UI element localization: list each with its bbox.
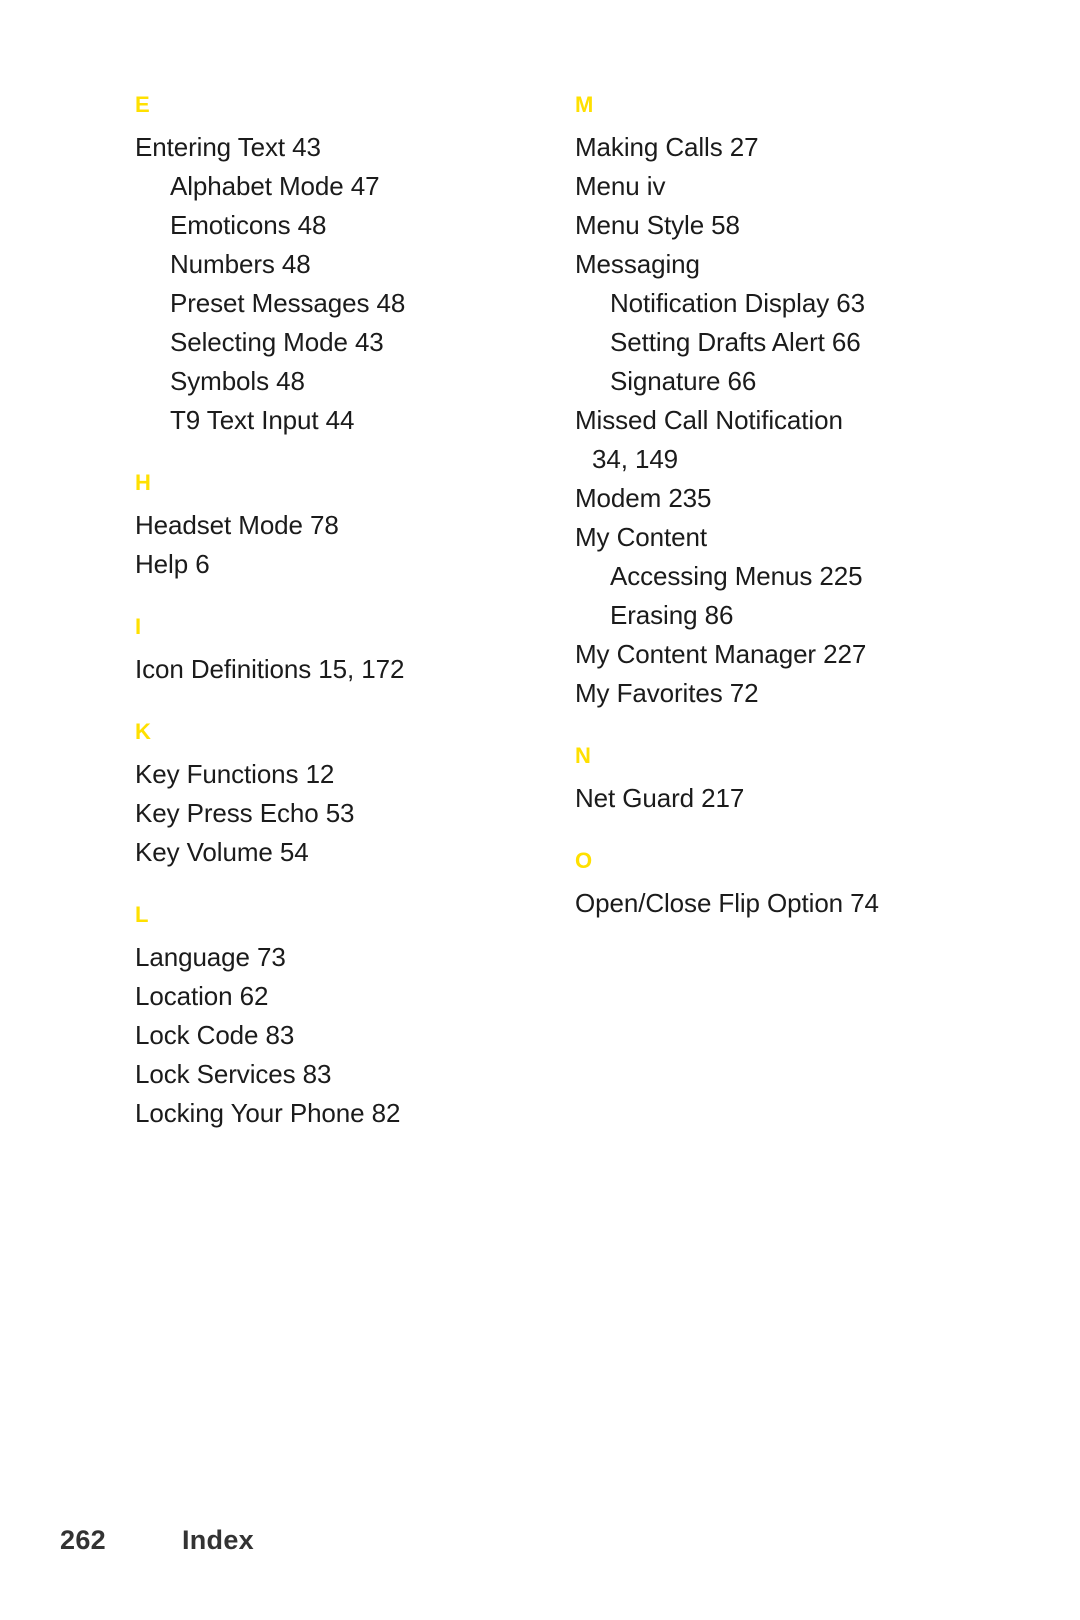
- footer-label: Index: [181, 1524, 254, 1555]
- index-section-e: E Entering Text 43 Alphabet Mode 47 Emotico…: [135, 92, 535, 440]
- right-column: M Making Calls 27 Menu iv Menu Style 58 Mess…: [575, 92, 995, 923]
- index-entry[interactable]: Alphabet Mode 47: [135, 167, 535, 206]
- index-entry[interactable]: Signature 66: [575, 362, 995, 401]
- index-entry[interactable]: Emoticons 48: [135, 206, 535, 245]
- index-entry[interactable]: Setting Drafts Alert 66: [575, 323, 995, 362]
- index-entry[interactable]: Selecting Mode 43: [135, 323, 535, 362]
- index-entry[interactable]: Net Guard 217: [575, 779, 995, 818]
- index-entry[interactable]: Key Functions 12: [135, 755, 535, 794]
- page-footer: 262 Index: [60, 1520, 1020, 1560]
- index-page: E Entering Text 43 Alphabet Mode 47 Emotico…: [0, 0, 1080, 1620]
- index-section-l: L Language 73 Location 62 Lock Code 83 Lock …: [135, 902, 535, 1133]
- index-entry[interactable]: Preset Messages 48: [135, 284, 535, 323]
- index-entry[interactable]: Symbols 48: [135, 362, 535, 401]
- index-entry[interactable]: Accessing Menus 225: [575, 557, 995, 596]
- index-entry-list: Open/Close Flip Option 74: [575, 884, 995, 923]
- index-entry-list: Entering Text 43 Alphabet Mode 47 Emoticon…: [135, 128, 535, 440]
- index-entry[interactable]: Key Volume 54: [135, 833, 535, 872]
- index-entry[interactable]: Modem 235: [575, 479, 995, 518]
- index-section-k: K Key Functions 12 Key Press Echo 53 Key Vo…: [135, 719, 535, 872]
- index-entry[interactable]: Menu Style 58: [575, 206, 995, 245]
- index-section-n: N Net Guard 217: [575, 743, 995, 818]
- index-entry[interactable]: Language 73: [135, 938, 535, 977]
- section-letter-i: I: [135, 614, 142, 639]
- index-entry[interactable]: My Favorites 72: [575, 674, 995, 713]
- section-letter-o: O: [575, 848, 593, 873]
- index-entry-list: Making Calls 27 Menu iv Menu Style 58 Messa…: [575, 128, 995, 713]
- index-entry-list: Key Functions 12 Key Press Echo 53 Key Vol…: [135, 755, 535, 872]
- index-entry[interactable]: Lock Code 83: [135, 1016, 535, 1055]
- index-entry[interactable]: 34, 149: [575, 440, 995, 479]
- index-section-h: H Headset Mode 78 Help 6: [135, 470, 535, 584]
- index-entry[interactable]: Icon Definitions 15, 172: [135, 650, 535, 689]
- index-entry[interactable]: Erasing 86: [575, 596, 995, 635]
- index-entry[interactable]: Locking Your Phone 82: [135, 1094, 535, 1133]
- index-entry[interactable]: Menu iv: [575, 167, 995, 206]
- index-entry[interactable]: Missed Call Notification: [575, 401, 995, 440]
- section-letter-e: E: [135, 92, 150, 117]
- index-entry-list: Icon Definitions 15, 172: [135, 650, 535, 689]
- index-entry[interactable]: Location 62: [135, 977, 535, 1016]
- section-letter-h: H: [135, 470, 152, 495]
- index-entry-list: Net Guard 217: [575, 779, 995, 818]
- index-section-o: O Open/Close Flip Option 74: [575, 848, 995, 923]
- index-entry[interactable]: Lock Services 83: [135, 1055, 535, 1094]
- index-entry[interactable]: Headset Mode 78: [135, 506, 535, 545]
- section-letter-n: N: [575, 743, 592, 768]
- index-entry[interactable]: Notification Display 63: [575, 284, 995, 323]
- index-entry-list: Headset Mode 78 Help 6: [135, 506, 535, 584]
- index-entry[interactable]: Open/Close Flip Option 74: [575, 884, 995, 923]
- section-letter-k: K: [135, 719, 152, 744]
- index-entry[interactable]: Messaging: [575, 245, 995, 284]
- index-entry[interactable]: T9 Text Input 44: [135, 401, 535, 440]
- index-columns: E Entering Text 43 Alphabet Mode 47 Emotico…: [0, 0, 1080, 1400]
- index-entry-list: Language 73 Location 62 Lock Code 83 Lock S…: [135, 938, 535, 1133]
- index-entry[interactable]: Making Calls 27: [575, 128, 995, 167]
- left-column: E Entering Text 43 Alphabet Mode 47 Emotico…: [135, 92, 535, 1133]
- section-letter-l: L: [135, 902, 149, 927]
- index-section-m: M Making Calls 27 Menu iv Menu Style 58 Mess…: [575, 92, 995, 713]
- footer-page-number: 262: [60, 1524, 106, 1555]
- index-entry[interactable]: Key Press Echo 53: [135, 794, 535, 833]
- index-section-i: I Icon Definitions 15, 172: [135, 614, 535, 689]
- index-entry[interactable]: My Content: [575, 518, 995, 557]
- index-entry[interactable]: My Content Manager 227: [575, 635, 995, 674]
- section-letter-m: M: [575, 92, 594, 117]
- index-entry[interactable]: Help 6: [135, 545, 535, 584]
- index-entry[interactable]: Numbers 48: [135, 245, 535, 284]
- index-entry[interactable]: Entering Text 43: [135, 128, 535, 167]
